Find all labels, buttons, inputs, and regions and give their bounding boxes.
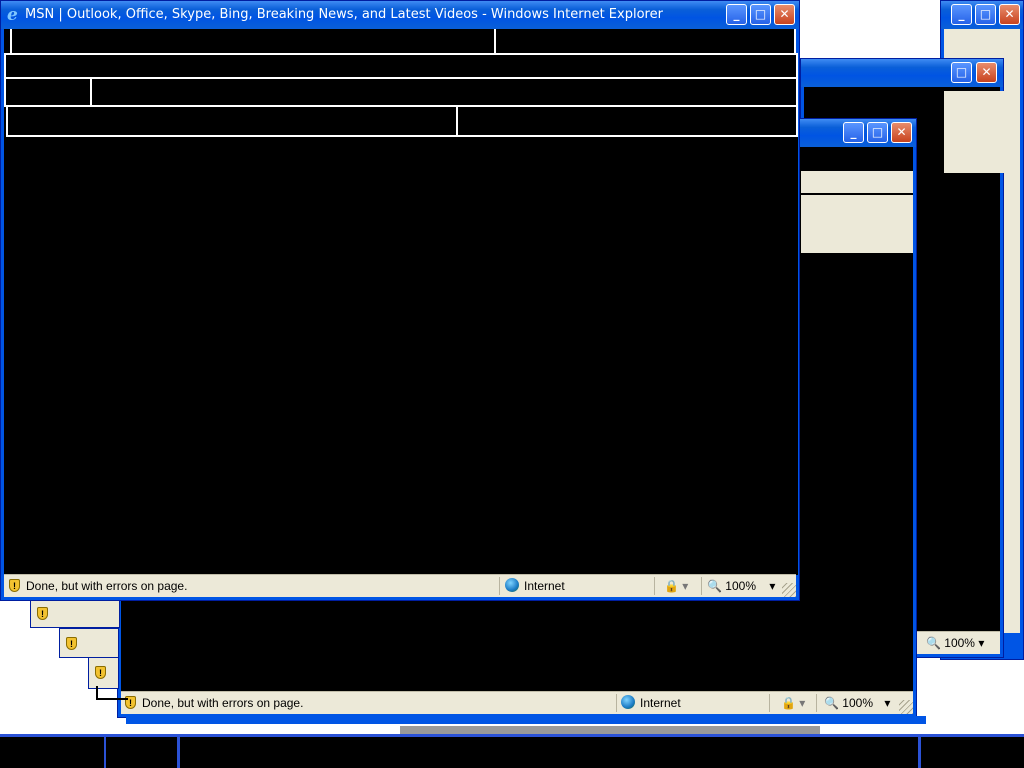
zoom-level: 100% [842, 696, 873, 710]
favorites-button[interactable] [4, 77, 94, 107]
maximize-button[interactable]: □ [951, 62, 972, 83]
main-window: e MSN | Outlook, Office, Skype, Bing, Br… [0, 0, 800, 601]
search-box[interactable] [494, 29, 796, 55]
globe-icon [505, 578, 519, 592]
magnifier-icon: 🔍 [707, 579, 722, 593]
status-separator [769, 694, 770, 712]
back-window-right-titlebar[interactable] [801, 59, 1003, 87]
status-separator [499, 577, 500, 595]
status-message[interactable]: Done, but with errors on page. [142, 696, 303, 710]
tab-bar[interactable] [90, 77, 798, 107]
zoom-level[interactable]: 🔍 100% ▾ [926, 636, 984, 650]
cascade-window-3: ! [88, 657, 119, 689]
protected-mode-icon[interactable]: 🔒 ▾ [664, 579, 688, 593]
cascade-lower-strip-2 [400, 726, 820, 734]
status-separator [616, 694, 617, 712]
protected-mode-icon[interactable]: 🔒 ▾ [781, 696, 805, 710]
tab-active[interactable] [6, 105, 460, 137]
resize-grip[interactable] [782, 583, 796, 597]
main-window-content [4, 29, 798, 575]
shield-warning-icon[interactable]: ! [9, 579, 20, 592]
taskbar-divider [104, 737, 106, 768]
security-zone[interactable]: Internet [524, 579, 565, 593]
command-bar[interactable] [456, 105, 798, 137]
zoom-control[interactable]: 🔍 100% ▾ [707, 579, 775, 593]
status-separator [816, 694, 817, 712]
close-button[interactable]: ✕ [891, 122, 912, 143]
taskbar-line [0, 734, 1024, 737]
zoom-dropdown-icon[interactable]: ▾ [978, 636, 984, 650]
status-bar: ! Done, but with errors on page. Interne… [4, 574, 796, 597]
zoom-control[interactable]: 🔍 100% ▾ [824, 696, 890, 710]
cascade-lower-strip [126, 716, 926, 724]
shield-warning-icon: ! [66, 637, 77, 650]
address-bar[interactable] [10, 29, 496, 55]
shield-warning-icon: ! [95, 666, 106, 679]
globe-icon [621, 695, 635, 709]
minimize-button[interactable]: _ [843, 122, 864, 143]
window-title: MSN | Outlook, Office, Skype, Bing, Brea… [25, 7, 663, 22]
zoom-level: 100% [725, 579, 756, 593]
cascade-window-1: ! [30, 598, 120, 628]
desktop-bottom [0, 734, 1024, 768]
page-content [4, 137, 798, 575]
close-button[interactable]: ✕ [976, 62, 997, 83]
security-zone[interactable]: Internet [640, 696, 681, 710]
status-bar: ! Done, but with errors on page. Interne… [121, 691, 913, 714]
menu-strip [801, 171, 913, 193]
maximize-button[interactable]: □ [750, 4, 771, 25]
status-message[interactable]: Done, but with errors on page. [26, 579, 187, 593]
status-separator [654, 577, 655, 595]
close-button[interactable]: ✕ [774, 4, 795, 25]
magnifier-icon: 🔍 [824, 696, 839, 710]
close-button[interactable]: ✕ [999, 4, 1020, 25]
taskbar-divider [177, 737, 180, 768]
menu-bar[interactable] [4, 53, 798, 79]
minimize-button[interactable]: _ [726, 4, 747, 25]
maximize-button[interactable]: □ [867, 122, 888, 143]
zoom-dropdown-icon[interactable]: ▾ [884, 696, 890, 710]
shield-warning-icon: ! [37, 607, 48, 620]
zoom-label: 100% [944, 636, 975, 650]
command-strip [801, 195, 913, 253]
status-separator [701, 577, 702, 595]
cascade-window-2: ! [59, 628, 119, 658]
toolbar-strip [944, 91, 1004, 173]
cascade-frame [96, 686, 128, 700]
maximize-button[interactable]: □ [975, 4, 996, 25]
resize-grip[interactable] [899, 700, 913, 714]
taskbar-divider [918, 737, 921, 768]
zoom-dropdown-icon[interactable]: ▾ [769, 579, 775, 593]
minimize-button[interactable]: _ [951, 4, 972, 25]
ie-logo-icon[interactable]: e [7, 7, 23, 24]
